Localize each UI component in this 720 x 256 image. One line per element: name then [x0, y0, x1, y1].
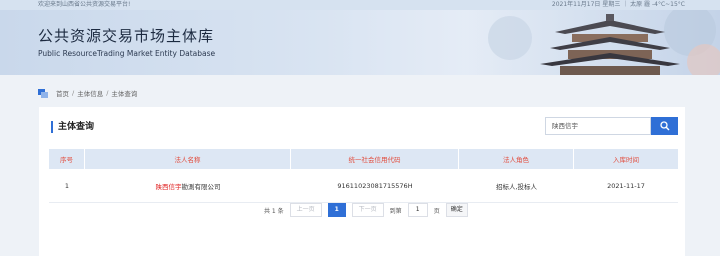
site-title: 公共资源交易市场主体库 — [38, 27, 215, 45]
top-bar: 欢迎来到山西省公共资源交易平台! 2021年11月17日 星期三 ｜ 太原 霾 … — [0, 0, 720, 10]
results-table: 序号 法人名称 统一社会信用代码 法人角色 入库时间 1 陕西信宇 勘測有限公司 … — [49, 149, 678, 203]
goto-page-input[interactable]: 1 — [407, 203, 428, 217]
cell-name[interactable]: 陕西信宇 勘測有限公司 — [85, 169, 291, 202]
header-date: 入库时间 — [613, 156, 639, 164]
page-unit-label: 页 — [433, 207, 440, 215]
goto-confirm-button[interactable]: 确定 — [445, 203, 468, 217]
prev-page-button[interactable]: 上一页 — [289, 203, 322, 217]
header-name: 法人名称 — [85, 149, 291, 169]
goto-label: 到第 — [389, 207, 402, 215]
search-icon — [660, 121, 670, 131]
cell-role: 招标人,投标人 — [495, 182, 538, 191]
breadcrumb-home[interactable]: 首页 — [56, 88, 69, 98]
cell-date: 2021-11-17 — [607, 181, 645, 190]
header-index: 序号 — [49, 149, 85, 169]
cell-index: 1 — [64, 181, 70, 190]
site-subtitle: Public ResourceTrading Market Entity Dat… — [38, 49, 216, 58]
query-card: 主体查询 陕西信宇 序号 法人名称 统一社会信用代码 法人角色 入库时间 1 陕… — [39, 107, 685, 256]
breadcrumb: 首页 / 主体信息 / 主体查询 — [38, 87, 137, 99]
table-header-row: 序号 法人名称 统一社会信用代码 法人角色 入库时间 — [49, 149, 678, 169]
header-credit-code: 统一社会信用代码 — [291, 149, 459, 169]
breadcrumb-separator: / — [106, 89, 109, 97]
table-row[interactable]: 1 陕西信宇 勘測有限公司 91611023081715576H 招标人,投标人 … — [49, 169, 678, 203]
current-page-button[interactable]: 1 — [327, 203, 346, 217]
breadcrumb-icon — [38, 88, 48, 98]
header-role: 法人角色 — [459, 149, 574, 169]
card-title: 主体查询 — [51, 121, 94, 133]
breadcrumb-separator: / — [72, 89, 75, 97]
breadcrumb-entity-query: 主体查询 — [111, 90, 138, 98]
total-count: 共 1 条 — [264, 207, 284, 215]
welcome-text: 欢迎来到山西省公共资源交易平台! — [38, 1, 131, 8]
next-page-button[interactable]: 下一页 — [351, 203, 384, 217]
search-button[interactable] — [651, 117, 678, 135]
breadcrumb-entity-info[interactable]: 主体信息 — [77, 88, 103, 98]
date-weather-text: 2021年11月17日 星期三 ｜ 太原 霾 -4°C~15°C — [551, 1, 685, 8]
header-banner: 公共资源交易市场主体库 Public ResourceTrading Marke… — [0, 10, 720, 75]
name-rest: 勘測有限公司 — [181, 182, 221, 191]
pagination: 共 1 条 上一页 1 下一页 到第 1 页 确定 — [264, 203, 468, 217]
cell-credit-code: 91611023081715576H — [337, 181, 413, 190]
search-input[interactable]: 陕西信宇 — [545, 117, 651, 135]
name-highlight: 陕西信宇 — [155, 182, 182, 191]
pavilion-illustration — [460, 10, 720, 75]
